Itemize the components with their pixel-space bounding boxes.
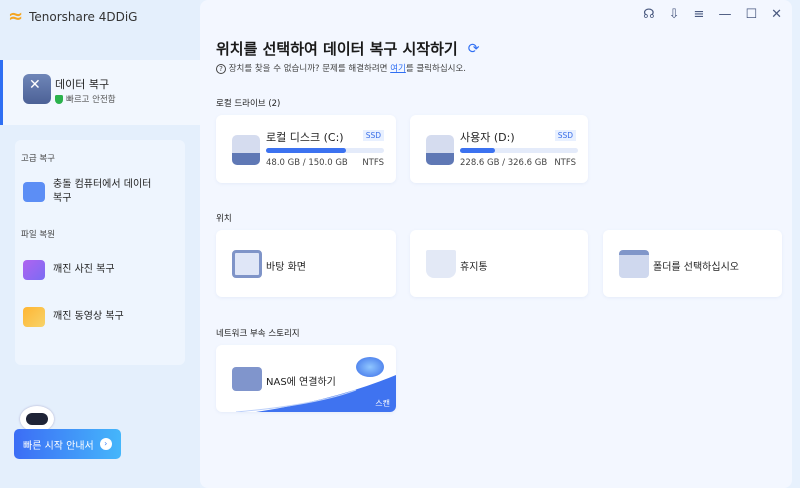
group-label-restore: 파일 복원 xyxy=(21,230,55,240)
nas-card[interactable]: NAS에 연결하기 스캔 xyxy=(216,345,396,412)
headset-icon[interactable]: ☊ xyxy=(643,7,655,22)
drive-type-badge: SSD xyxy=(362,130,384,141)
item-label: 충돌 컴퓨터에서 데이터 복구 xyxy=(53,179,152,204)
location-select-folder[interactable]: 폴더를 선택하십시오 xyxy=(603,230,782,297)
recycle-bin-icon xyxy=(426,250,456,278)
sidebar: ≈ Tenorshare 4DDiG ✕ 데이터 복구 빠르고 안전함 고급 복… xyxy=(0,0,200,488)
sidebar-item-data-recovery[interactable]: ✕ 데이터 복구 빠르고 안전함 xyxy=(0,60,200,125)
item-label: 깨진 동영상 복구 xyxy=(53,311,124,322)
sidebar-item-crashed-pc[interactable]: 충돌 컴퓨터에서 데이터 복구 xyxy=(23,178,173,206)
folder-icon xyxy=(619,250,649,278)
satellite-dish-icon xyxy=(356,357,384,377)
item-label: 깨진 사진 복구 xyxy=(53,264,115,275)
sidebar-item-video-repair[interactable]: 깨진 동영상 복구 xyxy=(23,307,124,327)
minimize-icon[interactable]: — xyxy=(718,7,731,22)
section-local-drives: 로컬 드라이브 (2) xyxy=(216,99,281,109)
help-suffix: 를 클릭하십시오. xyxy=(405,64,466,74)
video-icon xyxy=(23,307,45,327)
shield-icon xyxy=(55,94,63,104)
title-text: 위치를 선택하여 데이터 복구 시작하기 xyxy=(216,40,458,58)
download-icon[interactable]: ⇩ xyxy=(669,7,680,22)
nas-label: NAS에 연결하기 xyxy=(266,377,336,388)
menu-icon[interactable]: ≡ xyxy=(694,7,705,22)
drive-fs: NTFS xyxy=(362,158,384,168)
location-label: 폴더를 선택하십시오 xyxy=(653,262,739,273)
app-logo: ≈ Tenorshare 4DDiG xyxy=(8,6,137,27)
sidebar-item-photo-repair[interactable]: 깨진 사진 복구 xyxy=(23,260,115,280)
help-prefix: 장치를 찾을 수 없습니까? 문제를 해결하려면 xyxy=(228,64,391,74)
drive-card-d[interactable]: 사용자 (D:) SSD 228.6 GB / 326.6 GB NTFS xyxy=(410,115,588,183)
tools-drive-icon: ✕ xyxy=(23,74,51,104)
page-title: 위치를 선택하여 데이터 복구 시작하기 ⟳ xyxy=(216,38,479,59)
advanced-panel: 고급 복구 충돌 컴퓨터에서 데이터 복구 파일 복원 깨진 사진 복구 깨진 … xyxy=(15,140,185,365)
windows-drive-icon xyxy=(232,135,260,165)
drive-fs: NTFS xyxy=(554,158,576,168)
section-location: 위치 xyxy=(216,214,232,224)
question-icon: ? xyxy=(216,64,226,74)
quick-start-label: 빠른 시작 안내서 xyxy=(23,440,94,452)
maximize-icon[interactable]: ☐ xyxy=(745,7,757,22)
location-label: 휴지통 xyxy=(460,262,488,273)
photo-icon xyxy=(23,260,45,280)
location-recycle-bin[interactable]: 휴지통 xyxy=(410,230,588,297)
drive-card-c[interactable]: 로컬 디스크 (C:) SSD 48.0 GB / 150.0 GB NTFS xyxy=(216,115,396,183)
nas-icon xyxy=(232,367,262,391)
close-icon[interactable]: ✕ xyxy=(771,7,782,22)
drive-icon xyxy=(426,135,454,165)
drive-type-badge: SSD xyxy=(554,130,576,141)
sidebar-item-sub: 빠르고 안전함 xyxy=(55,93,116,105)
sidebar-item-label: 데이터 복구 xyxy=(55,78,110,91)
logo-icon: ≈ xyxy=(8,6,24,27)
help-link[interactable]: 여기 xyxy=(390,64,406,74)
scan-label: 스캔 xyxy=(375,399,390,408)
drive-name: 로컬 디스크 (C:) xyxy=(266,131,344,144)
help-text: ? 장치를 찾을 수 없습니까? 문제를 해결하려면 여기를 클릭하십시오. xyxy=(216,62,466,74)
location-desktop[interactable]: 바탕 화면 xyxy=(216,230,396,297)
chevron-right-icon: › xyxy=(99,438,112,450)
quick-start-button[interactable]: 빠른 시작 안내서 › xyxy=(14,429,121,459)
section-network: 네트워크 부속 스토리지 xyxy=(216,329,300,339)
drive-name: 사용자 (D:) xyxy=(460,131,515,144)
drive-usage-bar xyxy=(460,148,578,153)
app-title: Tenorshare 4DDiG xyxy=(29,9,138,24)
drive-usage-bar xyxy=(266,148,384,153)
window-controls: ☊ ⇩ ≡ — ☐ ✕ xyxy=(643,7,782,22)
sub-label: 빠르고 안전함 xyxy=(66,95,116,105)
group-label-advanced: 고급 복구 xyxy=(21,154,55,164)
desktop-icon xyxy=(232,250,262,278)
location-label: 바탕 화면 xyxy=(266,262,306,273)
drive-size: 48.0 GB / 150.0 GB xyxy=(266,158,348,168)
computer-icon xyxy=(23,182,45,202)
drive-size: 228.6 GB / 326.6 GB xyxy=(460,158,548,168)
refresh-icon[interactable]: ⟳ xyxy=(468,41,480,57)
